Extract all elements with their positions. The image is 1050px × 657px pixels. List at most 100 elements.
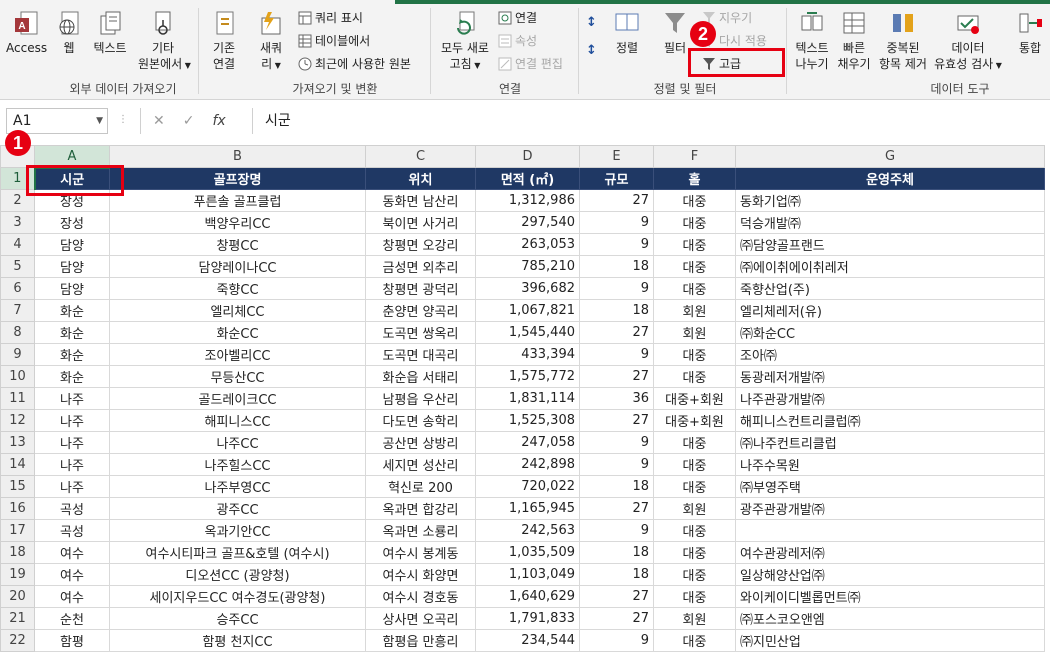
filter-button[interactable]: 필터	[660, 10, 690, 56]
cell-header-scale[interactable]: 규모	[579, 167, 654, 190]
cell-holes[interactable]: 회원	[653, 607, 736, 630]
cell-sigun[interactable]: 여수	[34, 585, 110, 608]
row-header[interactable]: 9	[0, 343, 35, 366]
cell-location[interactable]: 상사면 오곡리	[365, 607, 476, 630]
cell-holes[interactable]: 대중	[653, 233, 736, 256]
existing-connections-button[interactable]: 기존 연결	[204, 10, 244, 72]
cell-golf-name[interactable]: 함평 천지CC	[109, 629, 366, 652]
cell-sigun[interactable]: 나주	[34, 475, 110, 498]
connections-button[interactable]: 연결	[498, 9, 537, 27]
cell-area[interactable]: 247,058	[475, 431, 580, 454]
new-query-button[interactable]: 새쿼 리 ▼	[254, 10, 288, 74]
cell-golf-name[interactable]: 광주CC	[109, 497, 366, 520]
remove-duplicates-button[interactable]: 중복된 항목 제거	[874, 10, 932, 72]
cell-golf-name[interactable]: 나주CC	[109, 431, 366, 454]
cell-sigun[interactable]: 여수	[34, 541, 110, 564]
cell-sigun[interactable]: 화순	[34, 299, 110, 322]
cell-scale[interactable]: 27	[579, 497, 654, 520]
cell-location[interactable]: 여수시 봉계동	[365, 541, 476, 564]
cell-holes[interactable]: 대중	[653, 475, 736, 498]
cell-header-golf-name[interactable]: 골프장명	[109, 167, 366, 190]
cell-golf-name[interactable]: 해피니스CC	[109, 409, 366, 432]
cell-location[interactable]: 여수시 경호동	[365, 585, 476, 608]
cell-holes[interactable]: 대중+회원	[653, 387, 736, 410]
row-header[interactable]: 18	[0, 541, 35, 564]
cell-sigun[interactable]: 담양	[34, 233, 110, 256]
cell-operator[interactable]: 와이케이디벨롭먼트㈜	[735, 585, 1045, 608]
cell-scale[interactable]: 27	[579, 189, 654, 212]
cell-operator[interactable]: 해피니스컨트리클럽㈜	[735, 409, 1045, 432]
cell-operator[interactable]: ㈜부영주택	[735, 475, 1045, 498]
cell-scale[interactable]: 27	[579, 365, 654, 388]
cancel-icon[interactable]: ✕	[153, 113, 165, 129]
cell-location[interactable]: 공산면 상방리	[365, 431, 476, 454]
cell-holes[interactable]: 대중	[653, 255, 736, 278]
formula-bar-grip[interactable]: ⋮	[118, 114, 128, 125]
row-header[interactable]: 19	[0, 563, 35, 586]
row-header[interactable]: 16	[0, 497, 35, 520]
row-header[interactable]: 4	[0, 233, 35, 256]
column-header-c[interactable]: C	[365, 145, 476, 168]
cell-operator[interactable]: ㈜담양골프랜드	[735, 233, 1045, 256]
web-button[interactable]: 웹	[54, 10, 84, 56]
cell-area[interactable]: 433,394	[475, 343, 580, 366]
cell-golf-name[interactable]: 창평CC	[109, 233, 366, 256]
access-button[interactable]: A Access	[6, 10, 47, 56]
edit-links-button[interactable]: 연결 편집	[498, 55, 563, 73]
cell-area[interactable]: 242,898	[475, 453, 580, 476]
cell-golf-name[interactable]: 승주CC	[109, 607, 366, 630]
column-header-g[interactable]: G	[735, 145, 1045, 168]
cell-sigun[interactable]: 화순	[34, 343, 110, 366]
sort-ascending-button[interactable]: ↕	[586, 14, 597, 32]
data-validation-button[interactable]: 데이터 유효성 검사 ▼	[934, 10, 1002, 74]
flash-fill-button[interactable]: 빠른 채우기	[834, 10, 874, 72]
cell-location[interactable]: 다도면 송학리	[365, 409, 476, 432]
row-header[interactable]: 8	[0, 321, 35, 344]
row-header[interactable]: 11	[0, 387, 35, 410]
cell-area[interactable]: 1,312,986	[475, 189, 580, 212]
cell-holes[interactable]: 회원	[653, 497, 736, 520]
cell-holes[interactable]: 대중	[653, 563, 736, 586]
cell-location[interactable]: 옥과면 소룡리	[365, 519, 476, 542]
cell-golf-name[interactable]: 나주힐스CC	[109, 453, 366, 476]
cell-golf-name[interactable]: 디오션CC (광양청)	[109, 563, 366, 586]
cell-location[interactable]: 도곡면 쌍옥리	[365, 321, 476, 344]
cell-location[interactable]: 옥과면 합강리	[365, 497, 476, 520]
cell-operator[interactable]: 광주관광개발㈜	[735, 497, 1045, 520]
cell-golf-name[interactable]: 푸른솔 골프클럽	[109, 189, 366, 212]
cell-golf-name[interactable]: 엘리체CC	[109, 299, 366, 322]
row-header[interactable]: 21	[0, 607, 35, 630]
cell-sigun[interactable]: 함평	[34, 629, 110, 652]
cell-sigun[interactable]: 곡성	[34, 497, 110, 520]
cell-operator[interactable]: 나주수목원	[735, 453, 1045, 476]
row-header[interactable]: 12	[0, 409, 35, 432]
cell-area[interactable]: 1,035,509	[475, 541, 580, 564]
cell-sigun[interactable]: 나주	[34, 453, 110, 476]
cell-location[interactable]: 금성면 외추리	[365, 255, 476, 278]
cell-area[interactable]: 242,563	[475, 519, 580, 542]
row-header[interactable]: 5	[0, 255, 35, 278]
cell-location[interactable]: 창평면 광덕리	[365, 277, 476, 300]
row-header[interactable]: 14	[0, 453, 35, 476]
cell-area[interactable]: 785,210	[475, 255, 580, 278]
cell-operator[interactable]: 죽향산업(주)	[735, 277, 1045, 300]
cell-scale[interactable]: 9	[579, 233, 654, 256]
recent-sources-button[interactable]: 최근에 사용한 원본	[298, 55, 411, 73]
cell-operator[interactable]: 엘리체레저(유)	[735, 299, 1045, 322]
cell-header-operator[interactable]: 운영주체	[735, 167, 1045, 190]
cell-area[interactable]: 1,165,945	[475, 497, 580, 520]
properties-button[interactable]: 속성	[498, 32, 537, 50]
cell-sigun[interactable]: 담양	[34, 255, 110, 278]
from-table-button[interactable]: 테이블에서	[298, 32, 370, 50]
cell-sigun[interactable]: 화순	[34, 321, 110, 344]
cell-scale[interactable]: 9	[579, 431, 654, 454]
cell-holes[interactable]: 대중	[653, 343, 736, 366]
row-header[interactable]: 17	[0, 519, 35, 542]
text-import-button[interactable]: 텍스트	[90, 10, 130, 56]
cell-operator[interactable]: ㈜지민산업	[735, 629, 1045, 652]
row-header[interactable]: 15	[0, 475, 35, 498]
cell-area[interactable]: 1,103,049	[475, 563, 580, 586]
cell-area[interactable]: 1,831,114	[475, 387, 580, 410]
cell-holes[interactable]: 대중	[653, 541, 736, 564]
cell-operator[interactable]: 동화기업㈜	[735, 189, 1045, 212]
